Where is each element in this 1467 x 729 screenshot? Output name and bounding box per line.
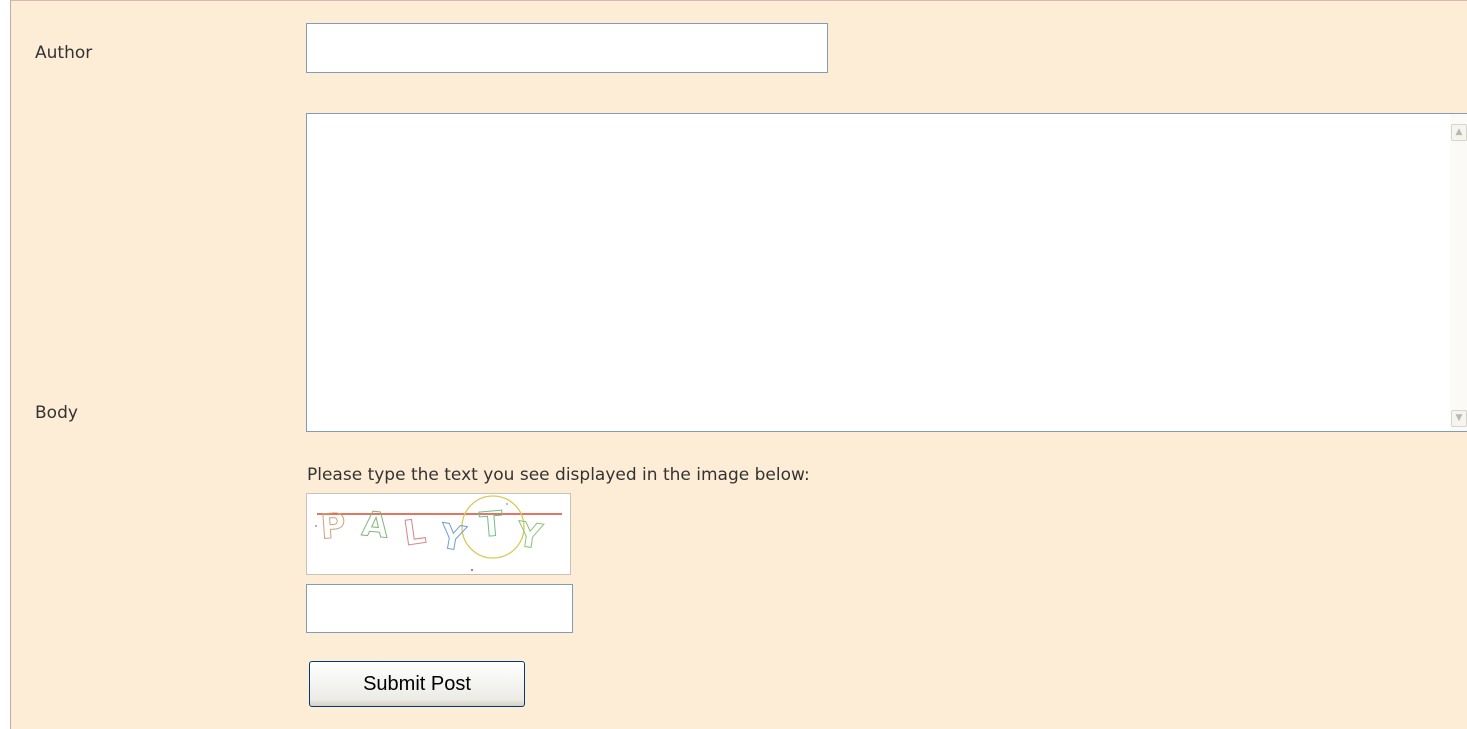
chevron-down-icon[interactable]: ▼ xyxy=(1451,410,1467,427)
svg-text:A: A xyxy=(360,504,391,547)
author-input[interactable] xyxy=(306,23,828,73)
author-label: Author xyxy=(35,43,93,63)
body-scrollbar[interactable]: ▲ ▼ xyxy=(1450,114,1467,431)
body-label: Body xyxy=(35,403,78,423)
chevron-up-icon[interactable]: ▲ xyxy=(1451,124,1467,141)
svg-text:Y: Y xyxy=(513,514,544,557)
body-textarea-container: ▲ ▼ xyxy=(306,113,1467,432)
comment-form: Author ▲ ▼ Body Please type the text you… xyxy=(10,0,1467,729)
svg-text:P: P xyxy=(319,506,347,548)
svg-text:L: L xyxy=(401,512,428,555)
svg-text:Y: Y xyxy=(436,516,469,560)
submit-post-button[interactable]: Submit Post xyxy=(309,661,525,707)
captcha-prompt: Please type the text you see displayed i… xyxy=(307,465,810,485)
body-textarea[interactable] xyxy=(307,114,1450,431)
captcha-input[interactable] xyxy=(306,584,573,633)
captcha-image: P A L Y T Y xyxy=(306,493,571,575)
svg-text:T: T xyxy=(478,504,505,546)
captcha-graphic: P A L Y T Y xyxy=(315,495,562,571)
